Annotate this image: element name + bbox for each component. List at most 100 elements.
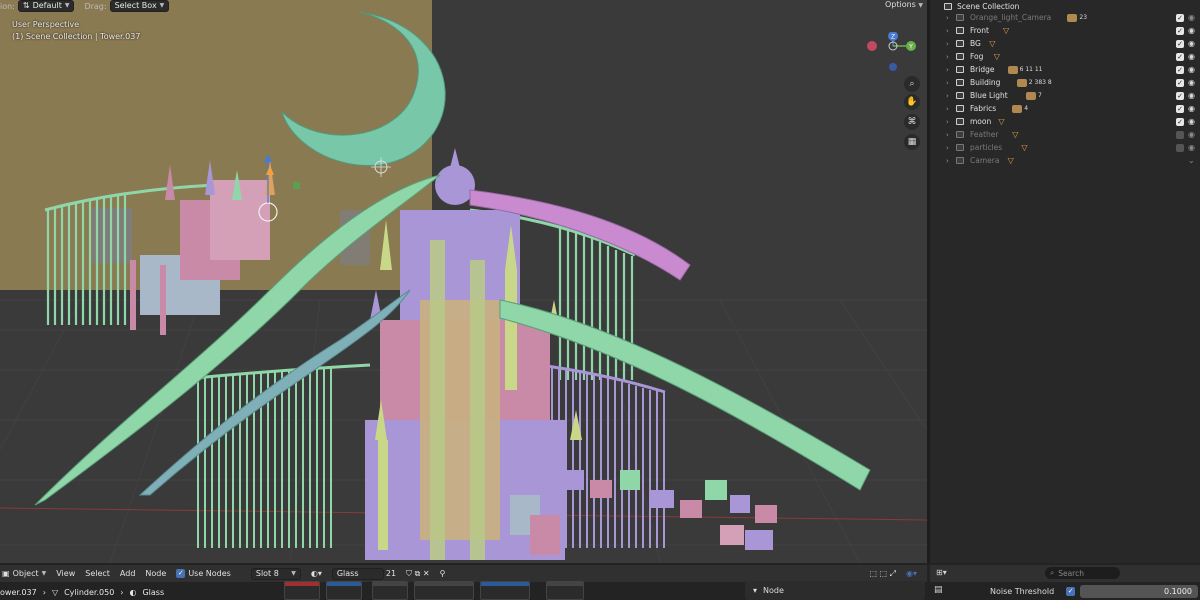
material-sphere-icon[interactable]: ◐▾ [311, 569, 322, 578]
expand-arrow-icon[interactable]: › [946, 66, 949, 74]
visibility-eye-icon[interactable]: ◉ [1188, 91, 1195, 100]
slot-dropdown[interactable]: Slot 8 ▼ [250, 567, 301, 580]
visibility-eye-icon[interactable]: ◉ [1188, 143, 1195, 152]
child-objects-icon[interactable]: ▽ [998, 115, 1004, 128]
child-objects-icon[interactable]: 23 [1067, 11, 1087, 24]
perspective-grid-icon[interactable]: ▦ [904, 134, 920, 150]
outliner-item[interactable]: › particles ▽ ◉ [930, 141, 1200, 154]
node-thumbnail[interactable] [372, 581, 408, 600]
child-objects-icon[interactable]: 6 11 11 [1007, 63, 1043, 76]
orientation-dropdown[interactable]: ⇅ Default ▼ [17, 0, 75, 12]
outliner-item[interactable]: › moon ▽ ✓ ◉ [930, 115, 1200, 128]
mode-dropdown[interactable]: ▣ Object ▼ [2, 569, 46, 578]
node-thumbnail[interactable] [284, 581, 320, 600]
exclude-checkbox[interactable]: ✓ [1176, 52, 1184, 61]
child-objects-icon[interactable]: ▽ [1021, 141, 1027, 154]
expand-arrow-icon[interactable]: › [946, 157, 949, 165]
scene-render[interactable] [0, 0, 927, 563]
material-users-count[interactable]: 21 [386, 569, 396, 578]
pin-icon[interactable]: ⚲ [440, 569, 446, 578]
editor-type-icon[interactable]: ⊞▾ [936, 568, 947, 577]
overlay-icon[interactable]: ◉▾ [906, 569, 917, 578]
child-objects-icon[interactable]: 2 383 8 [1016, 76, 1052, 89]
visibility-eye-icon[interactable]: ◉ [1188, 52, 1195, 61]
expand-arrow-icon[interactable]: › [946, 105, 949, 113]
exclude-checkbox[interactable] [1176, 143, 1184, 152]
node-thumbnail[interactable] [546, 581, 584, 600]
noise-threshold-field[interactable]: 0.1000 [1080, 585, 1198, 598]
node-thumbnail[interactable] [480, 581, 530, 600]
visibility-eye-icon[interactable]: ◉ [1188, 13, 1195, 22]
exclude-checkbox[interactable]: ✓ [1176, 65, 1184, 74]
outliner-item[interactable]: › Front ▽ ✓ ◉ [930, 24, 1200, 37]
properties-search[interactable]: ⌕ Search [1045, 567, 1120, 579]
visibility-eye-icon[interactable]: ◉ [1188, 117, 1195, 126]
visibility-eye-icon[interactable]: ◉ [1188, 39, 1195, 48]
outliner-item[interactable]: › Building 2 383 8 ✓ ◉ [930, 76, 1200, 89]
child-objects-icon[interactable]: ▽ [989, 37, 995, 50]
use-nodes-toggle[interactable]: ✓ Use Nodes [176, 569, 231, 578]
expand-arrow-icon[interactable]: › [946, 118, 949, 126]
outliner-item[interactable]: › Orange_light_Camera 23 ✓ ◉ [930, 11, 1200, 24]
child-objects-icon[interactable]: ▽ [994, 50, 1000, 63]
node-thumbnail[interactable] [326, 581, 362, 600]
child-objects-icon[interactable]: ▽ [1012, 128, 1018, 141]
expand-arrow-icon[interactable]: › [946, 40, 949, 48]
outliner-item[interactable]: › Fog ▽ ✓ ◉ [930, 50, 1200, 63]
camera-view-icon[interactable]: ⌘ [904, 114, 920, 130]
pan-hand-icon[interactable]: ✋ [904, 94, 920, 110]
child-objects-icon[interactable]: ▽ [1003, 24, 1009, 37]
expand-arrow-icon[interactable]: › [946, 53, 949, 61]
outliner-item[interactable]: › Feather ▽ ◉ [930, 128, 1200, 141]
exclude-checkbox[interactable]: ✓ [1176, 78, 1184, 87]
child-objects-icon[interactable]: ▽ [1008, 154, 1014, 167]
material-name-field[interactable]: Glass [331, 567, 384, 580]
visibility-eye-icon[interactable]: ◉ [1188, 65, 1195, 74]
fake-user-shield-icon[interactable]: ⛉ ⧉ ✕ [406, 569, 430, 579]
render-properties-icon[interactable]: ▤ [934, 585, 943, 595]
drag-dropdown[interactable]: Select Box ▼ [109, 0, 170, 12]
expand-arrow-icon[interactable]: › [946, 92, 949, 100]
menu-add[interactable]: Add [120, 569, 136, 578]
chevron-down-icon[interactable]: ⌄ [1188, 156, 1195, 165]
exclude-checkbox[interactable]: ✓ [1176, 91, 1184, 100]
exclude-checkbox[interactable]: ✓ [1176, 39, 1184, 48]
snap-icon[interactable]: ⬚ ⬚ ⤢ [869, 569, 896, 579]
child-objects-icon[interactable]: 4 [1012, 102, 1028, 115]
sidebar-node-panel[interactable]: ▾ Node [745, 581, 925, 600]
outliner-item[interactable]: › Fabrics 4 ✓ ◉ [930, 102, 1200, 115]
camera-icon [956, 157, 964, 164]
exclude-checkbox[interactable]: ✓ [1176, 104, 1184, 113]
menu-select[interactable]: Select [85, 569, 110, 578]
breadcrumb-object[interactable]: ower.037 [0, 588, 37, 597]
node-thumbnail[interactable] [414, 581, 474, 600]
outliner-panel[interactable]: Scene Collection › Orange_light_Camera 23 ✓… [930, 0, 1200, 563]
outliner-item[interactable]: › Bridge 6 11 11 ✓ ◉ [930, 63, 1200, 76]
breadcrumb-material[interactable]: Glass [142, 588, 164, 597]
expand-arrow-icon[interactable]: › [946, 14, 949, 22]
navigation-gizmo[interactable]: Z Y [864, 32, 924, 82]
zoom-icon[interactable]: ⌕ [904, 76, 920, 92]
menu-node[interactable]: Node [145, 569, 166, 578]
exclude-checkbox[interactable] [1176, 130, 1184, 139]
exclude-checkbox[interactable]: ✓ [1176, 13, 1184, 22]
outliner-item[interactable]: › Blue Light 7 ✓ ◉ [930, 89, 1200, 102]
menu-view[interactable]: View [56, 569, 75, 578]
outliner-item[interactable]: › Camera ▽ ⌄ [930, 154, 1200, 167]
breadcrumb-mesh[interactable]: Cylinder.050 [64, 588, 114, 597]
options-button[interactable]: Options ▼ [885, 0, 923, 9]
visibility-eye-icon[interactable]: ◉ [1188, 130, 1195, 139]
visibility-eye-icon[interactable]: ◉ [1188, 26, 1195, 35]
expand-arrow-icon[interactable]: › [946, 144, 949, 152]
outliner-item[interactable]: › BG ▽ ✓ ◉ [930, 37, 1200, 50]
expand-arrow-icon[interactable]: › [946, 131, 949, 139]
child-objects-icon[interactable]: 7 [1026, 89, 1042, 102]
expand-arrow-icon[interactable]: › [946, 27, 949, 35]
expand-arrow-icon[interactable]: › [946, 79, 949, 87]
3d-viewport[interactable]: ion: ⇅ Default ▼ Drag: Select Box ▼ Opti… [0, 0, 927, 563]
visibility-eye-icon[interactable]: ◉ [1188, 104, 1195, 113]
noise-threshold-checkbox[interactable]: ✓ [1066, 586, 1076, 596]
visibility-eye-icon[interactable]: ◉ [1188, 78, 1195, 87]
exclude-checkbox[interactable]: ✓ [1176, 117, 1184, 126]
exclude-checkbox[interactable]: ✓ [1176, 26, 1184, 35]
